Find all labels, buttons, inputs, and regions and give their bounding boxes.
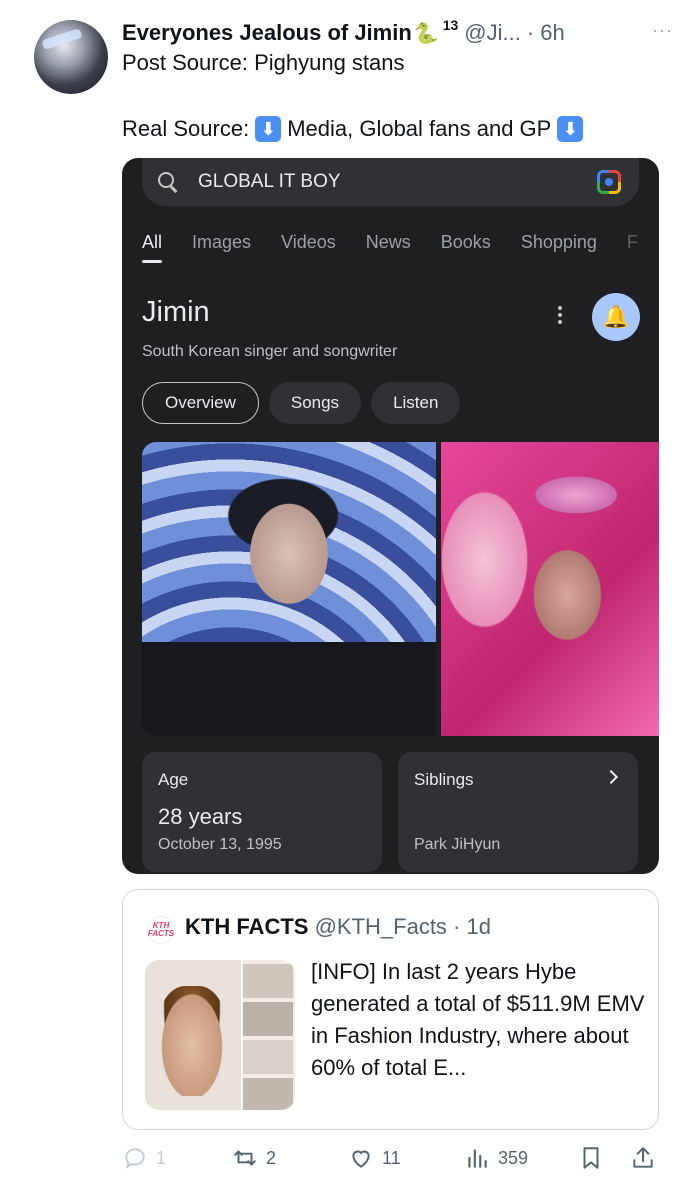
google-tabs: All Images Videos News Books Shopping F [142,232,659,263]
views-bar-chart-icon [468,1149,487,1168]
tab-videos: Videos [281,232,336,252]
views-button[interactable]: 359 [464,1145,528,1171]
search-query: GLOBAL IT BOY [198,171,341,192]
more-vert-icon [558,306,562,326]
chevron-right-icon [603,769,619,785]
quoted-thumbnail[interactable] [145,960,295,1110]
user-handle[interactable]: @Ji... [464,20,521,46]
tweet-header: Everyones Jealous of Jimin 🐍 13 @Ji... ·… [122,17,673,48]
quoted-tweet[interactable]: KTH FACTS KTH FACTS @KTH_Facts · 1d [INFO… [122,889,659,1130]
reply-button[interactable]: 1 [122,1145,166,1171]
tab-news: News [365,232,411,252]
chip-listen: Listen [371,382,461,424]
tweet-actions: 1 2 11 359 [122,1145,662,1175]
entity-chips: Overview Songs Listen [142,382,461,424]
quoted-handle-time[interactable]: @KTH_Facts · 1d [315,914,491,939]
real-source-label: Real Source: [122,116,250,141]
quoted-tweet-header: KTH FACTS @KTH_Facts · 1d [185,914,491,940]
view-count: 359 [498,1147,529,1168]
kth-facts-avatar[interactable]: KTH FACTS [147,916,175,944]
tab-all: All [142,232,163,263]
tab-books: Books [440,232,491,252]
google-lens-icon [597,170,621,194]
display-name[interactable]: Everyones Jealous of Jimin [122,20,412,46]
more-options-icon[interactable]: ··· [652,20,673,41]
share-button[interactable] [630,1145,656,1171]
google-search-bar: GLOBAL IT BOY [142,158,639,206]
bell-add-icon: 🔔 [592,293,640,341]
age-card: Age 28 years October 13, 1995 [142,752,382,872]
tab-cut-off: F [626,232,638,252]
chip-songs: Songs [268,382,362,424]
bookmark-icon [583,1147,599,1169]
entity-subtitle: South Korean singer and songwriter [142,343,398,360]
siblings-value: Park JiHyun [414,836,501,853]
entity-title: Jimin [142,296,210,328]
age-label: Age [158,770,189,789]
thumbnail-tile [243,1040,293,1074]
retweet-count: 2 [266,1147,277,1168]
birth-date: October 13, 1995 [158,836,282,853]
tab-shopping: Shopping [520,232,597,252]
snake-emoji-icon: 🐍 [413,22,439,45]
retweet-button[interactable]: 2 [232,1145,276,1171]
siblings-card: Siblings Park JiHyun [398,752,638,872]
down-arrow-icon: ⬇ [255,116,282,142]
attached-screenshot[interactable]: GLOBAL IT BOY All Images Videos News Boo… [122,158,659,874]
tweet-time[interactable]: · 6h [527,20,565,46]
thumbnail-tile [243,964,293,998]
share-icon [633,1147,653,1168]
bookmark-button[interactable] [578,1145,604,1171]
down-arrow-icon: ⬇ [557,116,584,142]
photo-blue [142,442,436,736]
thumbnail-tile [243,1002,293,1036]
search-icon [156,170,180,194]
quoted-display-name[interactable]: KTH FACTS [185,914,308,939]
photo-pink [441,442,659,736]
thumbnail-tile [243,1078,293,1110]
like-count: 11 [382,1147,401,1168]
quoted-tweet-text: [INFO] In last 2 years Hybe generated a … [311,959,645,1080]
retweet-icon [234,1150,256,1166]
chip-overview: Overview [142,382,259,424]
heart-icon [352,1150,370,1168]
siblings-label: Siblings [414,770,474,789]
age-value: 28 years [158,804,243,829]
reply-icon [125,1148,145,1169]
thumbnail-portrait [157,986,227,1096]
tweet-text-line-1: Post Source: Pighyung stans [122,50,405,75]
real-source-text: Media, Global fans and GP [287,116,552,141]
reply-count: 1 [156,1147,167,1168]
avatar[interactable] [34,20,108,94]
tweet-text-line-2: Real Source: ⬇ Media, Global fans and GP… [122,116,584,142]
tab-images: Images [192,232,252,252]
superscript-number: 13 [442,17,459,33]
like-button[interactable]: 11 [348,1145,401,1171]
